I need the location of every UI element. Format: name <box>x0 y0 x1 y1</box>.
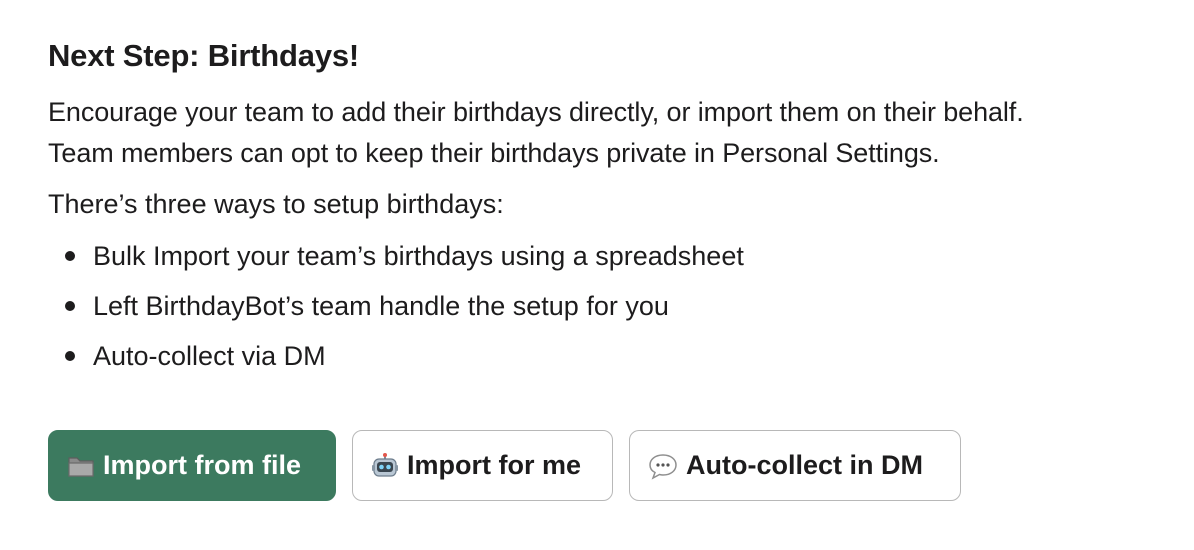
bullet-icon <box>65 251 75 261</box>
folder-icon <box>67 453 95 479</box>
description-line-2: Team members can opt to keep their birth… <box>48 138 940 168</box>
robot-icon <box>371 452 399 480</box>
list-item: Auto-collect via DM <box>65 331 1146 381</box>
action-buttons: Import from file Import for me Auto-coll… <box>48 430 961 501</box>
birthdays-setup-panel: Next Step: Birthdays! Encourage your tea… <box>0 0 1194 550</box>
import-for-me-button[interactable]: Import for me <box>352 430 613 501</box>
import-from-file-label: Import from file <box>103 450 302 480</box>
import-for-me-label: Import for me <box>407 450 582 480</box>
list-item: Bulk Import your team’s birthdays using … <box>65 231 1146 281</box>
description-line-1: Encourage your team to add their birthda… <box>48 97 1024 127</box>
import-from-file-button[interactable]: Import from file <box>48 430 336 501</box>
auto-collect-in-dm-label: Auto-collect in DM <box>686 450 923 480</box>
list-item-label: Auto-collect via DM <box>93 341 326 371</box>
bullet-icon <box>65 351 75 361</box>
auto-collect-in-dm-button[interactable]: Auto-collect in DM <box>629 430 961 501</box>
list-item-label: Left BirthdayBot’s team handle the setup… <box>93 291 669 321</box>
page-title: Next Step: Birthdays! <box>48 38 360 73</box>
ways-list: Bulk Import your team’s birthdays using … <box>48 231 1146 381</box>
description: Encourage your team to add their birthda… <box>48 92 1146 174</box>
bullet-icon <box>65 301 75 311</box>
list-item: Left BirthdayBot’s team handle the setup… <box>65 281 1146 331</box>
speech-bubble-icon <box>648 452 678 480</box>
list-item-label: Bulk Import your team’s birthdays using … <box>93 241 744 271</box>
ways-intro: There’s three ways to setup birthdays: <box>48 189 504 219</box>
